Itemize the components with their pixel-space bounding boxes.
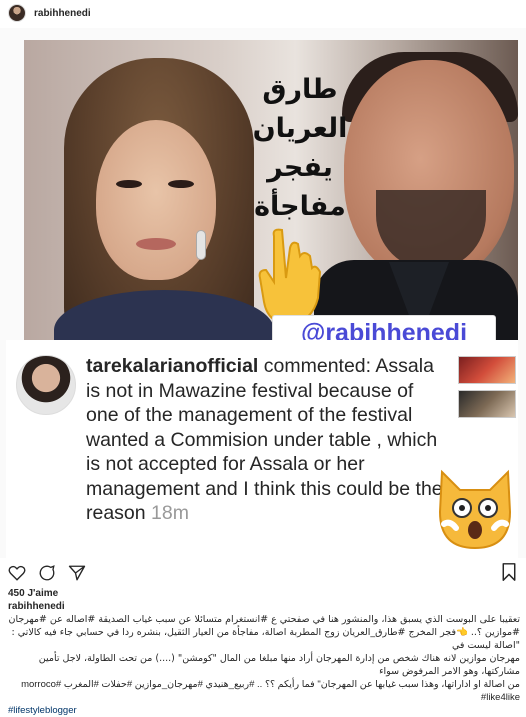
comment-icon[interactable]: [38, 564, 56, 582]
earring: [196, 230, 206, 260]
comment-text: tarekalarianofficial commented: Assala i…: [86, 354, 446, 526]
arabic-headline-line: يفجر: [267, 152, 333, 183]
caption-line: تعقيبا على البوست الذي يسبق هذا، والمنشو…: [8, 614, 520, 625]
thumbnail: [458, 390, 516, 418]
arabic-headline-line: طارق: [262, 74, 338, 105]
photo: طارق العريان يفجر مفاجأة: [24, 40, 518, 340]
commenter-username: tarekalarianofficial: [86, 355, 259, 377]
post-header: rabihhenedi: [0, 0, 526, 26]
comment-verb: commented:: [263, 355, 372, 377]
caption: rabihhenedi تعقيبا على البوست الذي يسبق …: [8, 600, 520, 717]
thumbnail: [458, 356, 516, 384]
heart-icon[interactable]: [8, 564, 26, 582]
header-username[interactable]: rabihhenedi: [34, 8, 91, 19]
share-icon[interactable]: [68, 564, 86, 582]
likes-count[interactable]: 450 J'aime: [8, 588, 58, 599]
shocked-cat-icon: [438, 469, 512, 550]
comment-time: 18m: [151, 502, 189, 524]
arabic-headline: طارق العريان يفجر مفاجأة: [240, 70, 360, 226]
woman-eye-right: [168, 180, 194, 188]
caption-hashtag-line[interactable]: #lifestyleblogger: [8, 704, 520, 717]
post-image[interactable]: طارق العريان يفجر مفاجأة @rabihhenedi ta…: [0, 28, 526, 558]
arabic-headline-line: مفاجأة: [254, 191, 346, 222]
caption-line: من اصالة او اداراتها، وهذا سبب غيابها عن…: [21, 679, 520, 703]
caption-line: مهرجان موازين لانه هناك شخص من إدارة الم…: [38, 653, 520, 677]
commenter-avatar: [16, 355, 76, 415]
caption-username[interactable]: rabihhenedi: [8, 600, 520, 613]
bookmark-icon[interactable]: [502, 563, 516, 581]
pointing-down-hand-icon: [258, 228, 322, 326]
caption-line: #موازين ؟.. 👈فجر المخرج #طارق_العريان زو…: [11, 627, 520, 651]
woman-eye-left: [116, 180, 142, 188]
avatar[interactable]: [8, 4, 26, 22]
woman-lips: [136, 238, 176, 250]
arabic-headline-line: العريان: [252, 113, 348, 144]
action-bar: [8, 563, 98, 583]
comment-body: Assala is not in Mawazine festival becau…: [86, 355, 443, 524]
thumbnail-stack: [458, 356, 516, 424]
comment-card: tarekalarianofficial commented: Assala i…: [6, 340, 518, 558]
